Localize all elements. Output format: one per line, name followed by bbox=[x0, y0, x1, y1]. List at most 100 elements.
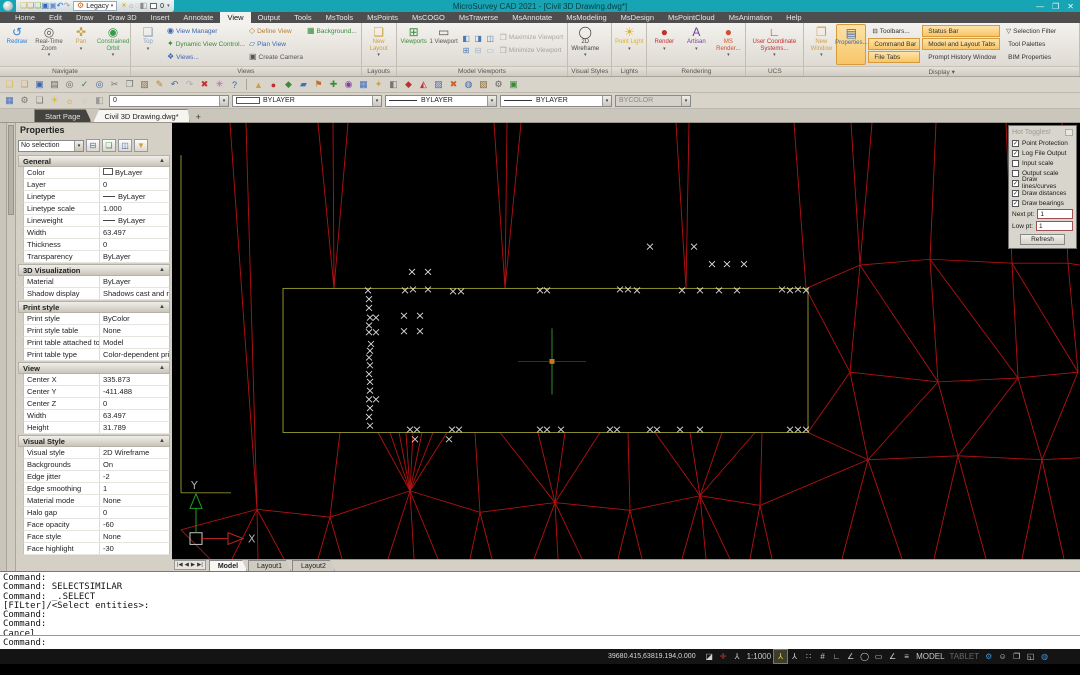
layout2-tab[interactable]: Layout2 bbox=[292, 560, 335, 571]
ms-tool-icon[interactable]: ▧ bbox=[477, 78, 490, 91]
ortho-toggle[interactable]: ∟ bbox=[830, 650, 843, 663]
viewport-config-icon[interactable]: ◧ bbox=[461, 33, 472, 44]
point-light-button[interactable]: ☀ Point Light bbox=[614, 24, 644, 65]
artisan-button[interactable]: A Artisan bbox=[681, 24, 711, 65]
save-as-icon[interactable]: ▣ bbox=[49, 1, 57, 10]
viewport-config-icon[interactable]: ◫ bbox=[485, 33, 496, 44]
section-header[interactable]: 3D Visualization ▲ bbox=[18, 264, 170, 276]
tab-tools[interactable]: Tools bbox=[287, 12, 319, 23]
layer-freeze-sun-icon[interactable]: ☼ bbox=[127, 1, 134, 10]
ms-tool-icon[interactable]: ▲ bbox=[252, 78, 265, 91]
ms-tool-icon[interactable]: ▨ bbox=[432, 78, 445, 91]
ms-tool-icon[interactable]: ✦ bbox=[372, 78, 385, 91]
plan-view-button[interactable]: ▱ Plan View bbox=[247, 38, 305, 50]
lineweight-combo[interactable]: BYLAYER ▾ bbox=[500, 94, 612, 107]
ms-tool-icon[interactable]: ▰ bbox=[297, 78, 310, 91]
erase-icon[interactable]: ✖ bbox=[198, 78, 211, 91]
command-prompt[interactable]: Command: bbox=[0, 635, 1080, 649]
layer-lock-icon[interactable]: ◧ bbox=[93, 94, 106, 107]
selection-filter-icon[interactable]: ▼ bbox=[134, 139, 148, 152]
tab-insert[interactable]: Insert bbox=[144, 12, 177, 23]
workspace-dropdown[interactable]: ⚙ Legacy ▾ bbox=[73, 1, 118, 11]
new-tab-button[interactable]: + bbox=[192, 112, 205, 122]
redo-icon[interactable]: ↷ bbox=[63, 1, 70, 10]
layer-freeze-sun-icon[interactable]: ☼ bbox=[63, 94, 76, 107]
ms-tool-icon[interactable]: ⚙ bbox=[492, 78, 505, 91]
undo-icon[interactable]: ↶ bbox=[168, 78, 181, 91]
constrained-orbit-button[interactable]: ◉ Constrained Orbit bbox=[97, 24, 129, 65]
selection-combo[interactable]: No selection ▾ bbox=[18, 139, 84, 152]
define-view-button[interactable]: ◇ Define View bbox=[247, 25, 305, 37]
tab-mstools[interactable]: MsTools bbox=[319, 12, 361, 23]
ms-tool-icon[interactable]: ◆ bbox=[402, 78, 415, 91]
ucs-icon-toggle[interactable]: ⅄ bbox=[773, 649, 789, 664]
tab-mspoints[interactable]: MsPoints bbox=[360, 12, 405, 23]
layer-lock-icon[interactable]: ◧ bbox=[140, 1, 148, 10]
lineweight-toggle[interactable]: ≡ bbox=[900, 650, 913, 663]
section-header[interactable]: View ▲ bbox=[18, 362, 170, 374]
print-preview-icon[interactable]: ◎ bbox=[63, 78, 76, 91]
ms-tool-icon[interactable]: ◧ bbox=[387, 78, 400, 91]
redraw-button[interactable]: ↺ Redraw bbox=[2, 24, 32, 65]
tab-msmodeling[interactable]: MsModeling bbox=[559, 12, 613, 23]
tab-msanimation[interactable]: MsAnimation bbox=[722, 12, 779, 23]
tablet-toggle[interactable]: TABLET bbox=[948, 650, 982, 663]
tab-help[interactable]: Help bbox=[779, 12, 808, 23]
ms-tool-icon[interactable]: ▦ bbox=[357, 78, 370, 91]
linetype-combo[interactable]: BYLAYER ▾ bbox=[385, 94, 497, 107]
panel-box-icon[interactable] bbox=[1065, 129, 1073, 136]
drawing-viewport[interactable]: YX Hot Toggles! Point ProtectionLog File… bbox=[172, 123, 1080, 559]
palette-scrollbar[interactable] bbox=[7, 123, 16, 571]
view-manager-button[interactable]: ◉ View Manager bbox=[165, 25, 247, 37]
tab-home[interactable]: Home bbox=[8, 12, 42, 23]
top-view-button[interactable]: ❑ Top bbox=[133, 24, 163, 52]
layer-combo[interactable]: 0 ▾ bbox=[109, 94, 229, 107]
tab-draw[interactable]: Draw bbox=[69, 12, 101, 23]
ms-tool-icon[interactable]: ▣ bbox=[507, 78, 520, 91]
file-tabs-toggle[interactable]: File Tabs bbox=[868, 51, 921, 63]
import-icon[interactable]: ❑ bbox=[34, 1, 41, 10]
tab-mstraverse[interactable]: MsTraverse bbox=[452, 12, 505, 23]
tab-mscogo[interactable]: MsCOGO bbox=[405, 12, 452, 23]
ms-tool-icon[interactable]: ◆ bbox=[282, 78, 295, 91]
palette-dock-strip[interactable] bbox=[0, 123, 7, 571]
chevron-down-icon[interactable]: ▾ bbox=[167, 3, 170, 9]
model-tab[interactable]: Model bbox=[209, 560, 247, 571]
tab-annotate[interactable]: Annotate bbox=[176, 12, 220, 23]
selection-filter-toggle[interactable]: ▽ Selection Filter bbox=[1002, 25, 1060, 37]
help-icon[interactable]: ? bbox=[228, 78, 241, 91]
tab-civil-3d-drawing[interactable]: Civil 3D Drawing.dwg* bbox=[93, 109, 189, 122]
draw-distances-checkbox[interactable]: Draw distances bbox=[1012, 188, 1073, 198]
ms-tool-icon[interactable]: ⚑ bbox=[312, 78, 325, 91]
viewport-config-icon[interactable]: ⊟ bbox=[473, 45, 484, 56]
minimize-viewport-button[interactable]: ❒ Minimize Viewport bbox=[498, 45, 566, 57]
layout1-tab[interactable]: Layout1 bbox=[248, 560, 291, 571]
new-icon[interactable]: ❑ bbox=[3, 78, 16, 91]
print-icon[interactable]: ▤ bbox=[48, 78, 61, 91]
printstyle-combo[interactable]: BYCOLOR ▾ bbox=[615, 94, 691, 107]
axis-tripod-toggle-2[interactable]: ⅄ bbox=[788, 650, 801, 663]
coordinates-display[interactable]: 39680.415,63819.194,0.000 bbox=[602, 653, 702, 660]
command-bar-toggle[interactable]: Command Bar bbox=[868, 38, 921, 50]
ms-tool-icon[interactable]: ◭ bbox=[417, 78, 430, 91]
input-scale-checkbox[interactable]: Input scale bbox=[1012, 158, 1073, 168]
find-icon[interactable]: ◎ bbox=[93, 78, 106, 91]
section-header[interactable]: Visual Style ▲ bbox=[18, 435, 170, 447]
background-button[interactable]: ▦ Background... bbox=[305, 25, 359, 37]
viewport-config-icon[interactable]: ▭ bbox=[485, 45, 496, 56]
draw-bearings-checkbox[interactable]: Draw bearings bbox=[1012, 198, 1073, 208]
prompt-history-toggle[interactable]: Prompt History Window bbox=[922, 51, 1000, 63]
polar-toggle[interactable]: ∠ bbox=[844, 650, 857, 663]
viewports-button[interactable]: ⊞ Viewports bbox=[399, 24, 429, 65]
layer-prev-icon[interactable]: ❏ bbox=[33, 94, 46, 107]
qat-layer-value[interactable]: 0 bbox=[160, 3, 164, 10]
visual-style-button[interactable]: ◯ 2D Wireframe bbox=[570, 24, 600, 65]
close-button[interactable]: ✕ bbox=[1067, 2, 1074, 11]
cut-icon[interactable]: ✂ bbox=[108, 78, 121, 91]
first-tab-button[interactable]: |◀ bbox=[177, 562, 183, 568]
snap-marker-toggle[interactable]: ◪ bbox=[703, 650, 716, 663]
layer-thaw-icon[interactable]: ◌ bbox=[78, 94, 91, 107]
refresh-button[interactable]: Refresh bbox=[1020, 234, 1065, 245]
angle-toggle[interactable]: ∠ bbox=[886, 650, 899, 663]
grid-dots-toggle[interactable]: ∷ bbox=[802, 650, 815, 663]
